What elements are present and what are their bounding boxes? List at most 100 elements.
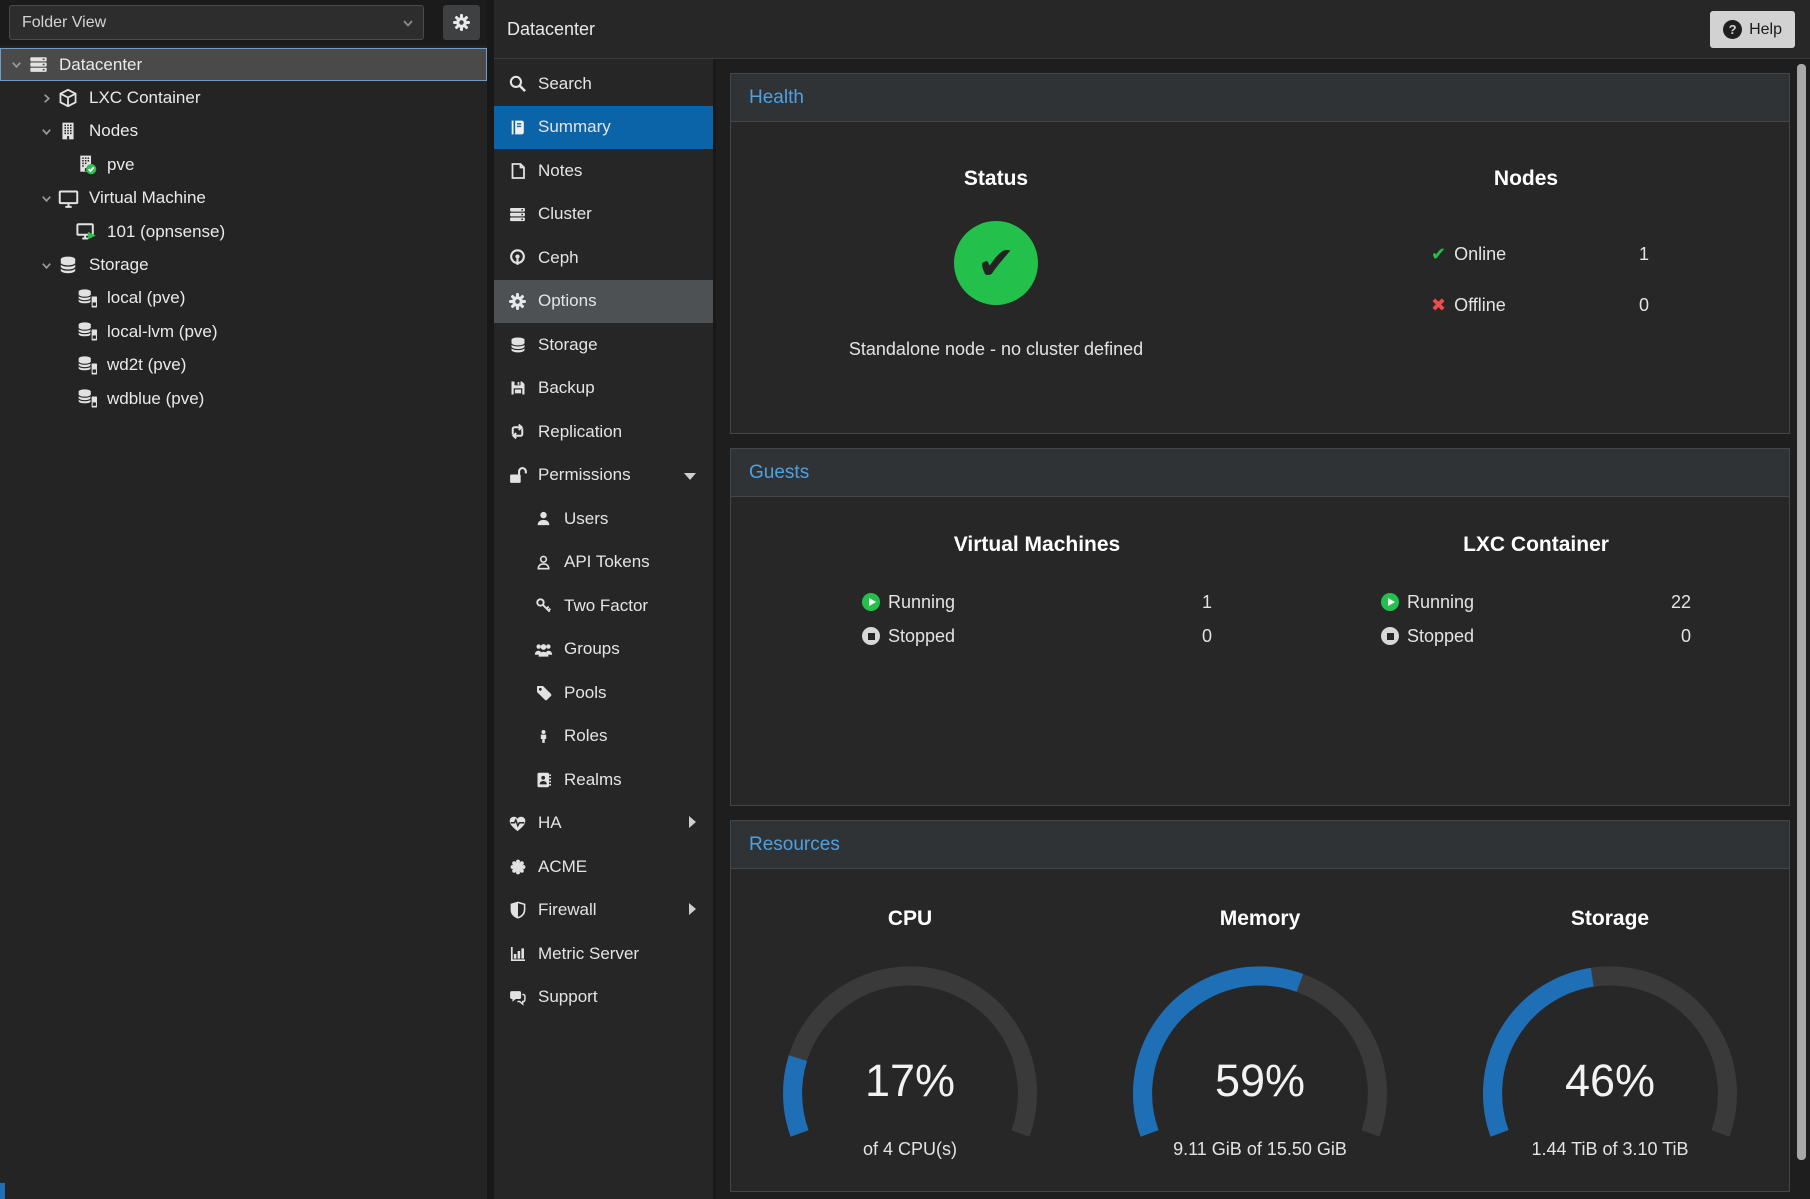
cpu-heading: CPU	[735, 907, 1085, 931]
tree-item-datacenter[interactable]: Datacenter	[0, 48, 487, 81]
person-icon	[533, 728, 554, 745]
nav-item-options[interactable]: Options	[494, 280, 713, 324]
chevron-expanded-icon[interactable]	[40, 192, 58, 205]
nav-item-label: Two Factor	[564, 596, 648, 616]
tree-item-vm-101[interactable]: 101 (opnsense)	[0, 215, 487, 248]
vm-stopped-row: Stopped 0	[862, 621, 1212, 651]
nodes-offline-row: ✖ Offline 0	[1431, 290, 1649, 320]
cpu-percent: 17%	[735, 1055, 1085, 1107]
monitor-icon	[58, 188, 84, 209]
tree-item-label: Storage	[89, 255, 149, 275]
tree-item-virtual-machine[interactable]: Virtual Machine	[0, 182, 487, 215]
cpu-caption: of 4 CPU(s)	[735, 1139, 1085, 1160]
corner-accent	[0, 1183, 5, 1199]
nav-item-groups[interactable]: Groups	[494, 628, 713, 672]
nav-item-search[interactable]: Search	[494, 62, 713, 106]
nav-item-cluster[interactable]: Cluster	[494, 193, 713, 237]
vm-running-value: 1	[1202, 592, 1212, 613]
tree-item-storage-wd2t[interactable]: wd2t (pve)	[0, 349, 487, 382]
tree-item-nodes[interactable]: Nodes	[0, 115, 487, 148]
vm-rows: Running 1 Stopped 0	[862, 587, 1212, 651]
view-mode-select[interactable]: Folder View	[9, 5, 424, 40]
tree-item-label: pve	[107, 155, 134, 175]
nav-item-support[interactable]: Support	[494, 976, 713, 1020]
nav-item-label: Firewall	[538, 900, 597, 920]
vm-stopped-label: Stopped	[888, 626, 955, 647]
nav-item-notes[interactable]: Notes	[494, 149, 713, 193]
nav-item-users[interactable]: Users	[494, 497, 713, 541]
stopped-icon	[1381, 627, 1399, 645]
tree-item-storage-wdblue[interactable]: wdblue (pve)	[0, 382, 487, 415]
nav-item-label: Storage	[538, 335, 598, 355]
lxc-stopped-value: 0	[1681, 626, 1691, 647]
nav-item-label: Support	[538, 987, 598, 1007]
nodes-rows: ✔ Online 1 ✖ Offline 0	[1431, 239, 1649, 320]
nav-item-label: Permissions	[538, 465, 631, 485]
check-icon: ✔	[1431, 244, 1446, 265]
nav-item-label: Options	[538, 291, 597, 311]
cpu-gauge-column: CPU 17% of 4 CPU(s)	[735, 869, 1085, 1193]
tree-item-storage-local-lvm[interactable]: local-lvm (pve)	[0, 315, 487, 348]
nav-item-realms[interactable]: Realms	[494, 758, 713, 802]
summary-content: Health Status ✔ Standalone node - no clu…	[716, 60, 1810, 1199]
nodes-heading: Nodes	[1261, 167, 1791, 191]
storage-caption: 1.44 TiB of 3.10 TiB	[1435, 1139, 1785, 1160]
nav-item-label: Ceph	[538, 248, 579, 268]
nav-item-label: Groups	[564, 639, 620, 659]
nav-item-label: Replication	[538, 422, 622, 442]
nav-item-firewall[interactable]: Firewall	[494, 889, 713, 933]
chevron-expanded-icon[interactable]	[40, 259, 58, 272]
nav-item-permissions[interactable]: Permissions	[494, 454, 713, 498]
building-icon	[58, 121, 84, 141]
user-icon	[533, 510, 554, 527]
storage-heading: Storage	[1435, 907, 1785, 931]
running-icon	[1381, 593, 1399, 611]
nav-item-backup[interactable]: Backup	[494, 367, 713, 411]
nav-item-pools[interactable]: Pools	[494, 671, 713, 715]
vertical-scrollbar[interactable]	[1797, 64, 1806, 1160]
chevron-expanded-icon[interactable]	[40, 125, 58, 138]
tree-item-pve[interactable]: pve	[0, 148, 487, 181]
sync-arrows-icon	[507, 422, 528, 441]
nav-item-ha[interactable]: HA	[494, 802, 713, 846]
lxc-rows: Running 22 Stopped 0	[1381, 587, 1691, 651]
nav-item-metric-server[interactable]: Metric Server	[494, 932, 713, 976]
lxc-running-value: 22	[1671, 592, 1691, 613]
nodes-online-label: Online	[1454, 244, 1506, 265]
tree-item-lxc-container[interactable]: LXC Container	[0, 81, 487, 114]
nav-item-label: Cluster	[538, 204, 592, 224]
help-button[interactable]: ? Help	[1710, 11, 1795, 48]
storage-percent: 46%	[1435, 1055, 1785, 1107]
address-book-icon	[533, 771, 554, 789]
nav-item-label: Summary	[538, 117, 611, 137]
status-ok-icon: ✔	[954, 221, 1038, 305]
flower-icon	[507, 858, 528, 876]
chevron-expanded-icon[interactable]	[10, 58, 28, 71]
tree-item-storage[interactable]: Storage	[0, 248, 487, 281]
chevron-down-icon	[401, 16, 415, 30]
nav-item-acme[interactable]: ACME	[494, 845, 713, 889]
nav-item-roles[interactable]: Roles	[494, 715, 713, 759]
nav-item-storage[interactable]: Storage	[494, 323, 713, 367]
sidebar-topbar: Folder View	[0, 0, 487, 46]
database-icon	[507, 336, 528, 354]
tree-item-storage-local[interactable]: local (pve)	[0, 282, 487, 315]
nav-item-summary[interactable]: Summary	[494, 106, 713, 150]
chevron-collapsed-icon[interactable]	[40, 92, 58, 105]
memory-gauge-column: Memory 59% 9.11 GiB of 15.50 GiB	[1085, 869, 1435, 1193]
tree-settings-button[interactable]	[443, 5, 480, 40]
nav-item-two-factor[interactable]: Two Factor	[494, 584, 713, 628]
users-icon	[533, 640, 554, 659]
chevron-right-icon	[689, 816, 696, 828]
chevron-down-icon	[684, 473, 696, 480]
nav-item-api-tokens[interactable]: API Tokens	[494, 541, 713, 585]
nav-item-label: ACME	[538, 857, 587, 877]
chevron-right-icon	[689, 903, 696, 915]
datacenter-nav-menu: Search Summary Notes Cluster Ceph O	[494, 59, 716, 1199]
nav-item-label: Roles	[564, 726, 607, 746]
nav-item-replication[interactable]: Replication	[494, 410, 713, 454]
lxc-stopped-row: Stopped 0	[1381, 621, 1691, 651]
nav-item-ceph[interactable]: Ceph	[494, 236, 713, 280]
nav-item-label: Pools	[564, 683, 607, 703]
search-icon	[507, 74, 528, 93]
